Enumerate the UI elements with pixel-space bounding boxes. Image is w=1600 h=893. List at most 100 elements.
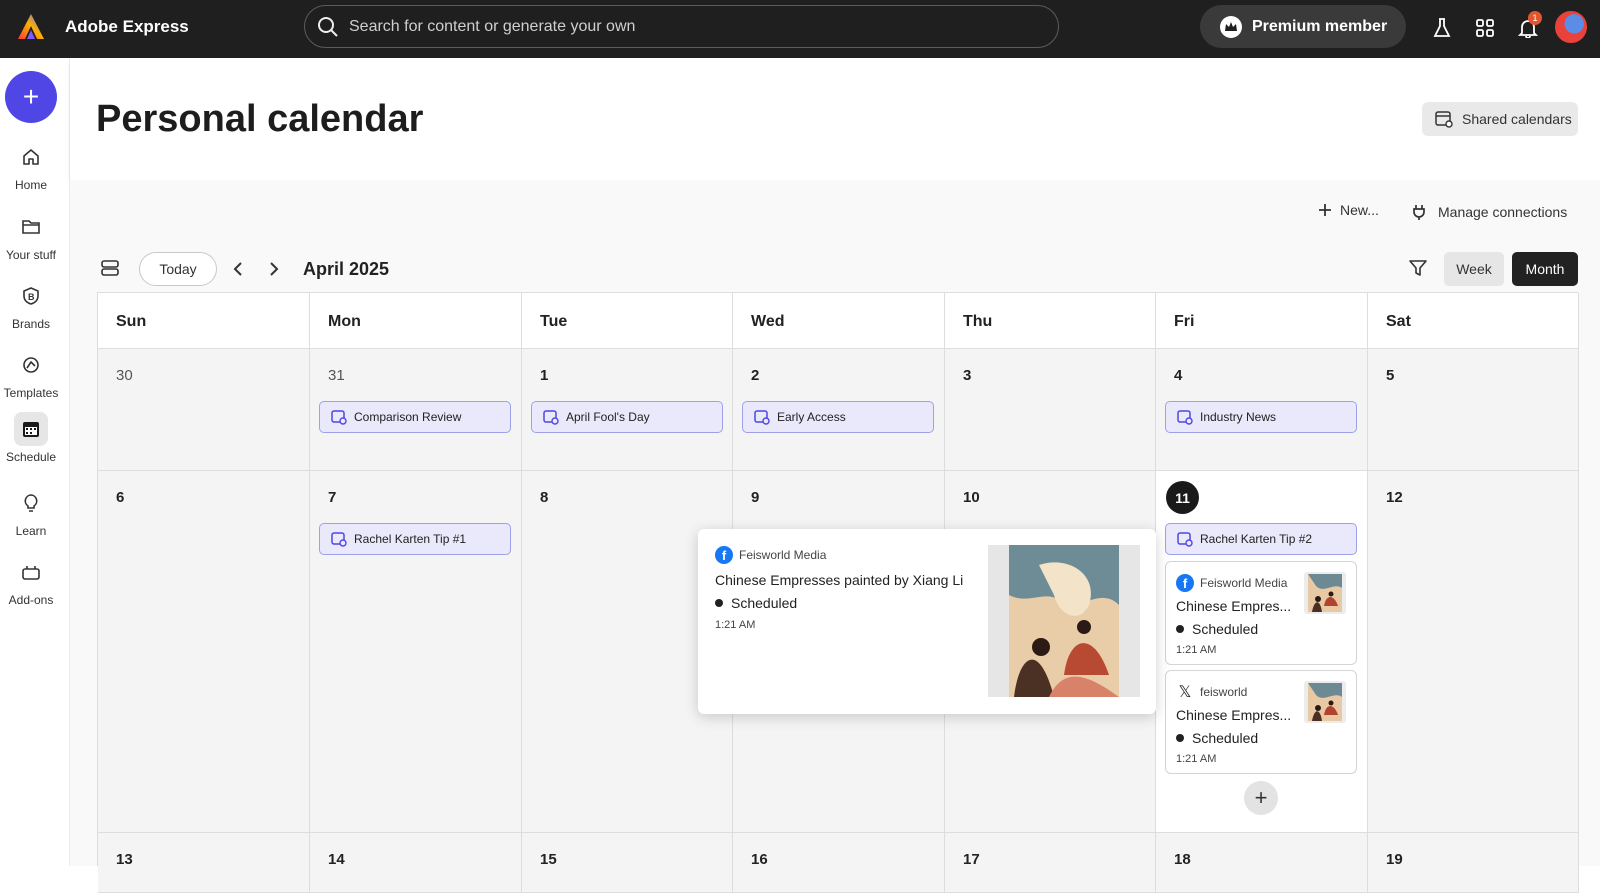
search-icon [318,16,338,37]
create-new-button[interactable]: + [5,71,57,123]
day-cell[interactable]: 5 [1368,349,1579,471]
day-cell[interactable]: 30 [98,349,310,471]
sidebar-item-label: Templates [3,386,59,400]
facebook-icon: f [1176,574,1194,592]
post-title: Chinese Empres... [1176,598,1292,614]
facebook-icon: f [715,546,733,564]
day-header: Fri [1156,293,1368,349]
manage-connections-button[interactable]: Manage connections [1410,202,1567,222]
day-number: 14 [328,851,345,868]
day-header: Tue [522,293,733,349]
chevron-left-icon[interactable] [232,261,246,282]
post-source: f Feisworld Media [1176,574,1287,592]
current-month-label: April 2025 [303,259,390,279]
day-cell[interactable]: 2 Early Access [733,349,945,471]
day-cell[interactable]: 6 [98,471,310,833]
day-cell[interactable]: 7 Rachel Karten Tip #1 [310,471,522,833]
day-number: 4 [1174,367,1183,384]
post-status: Scheduled [1176,621,1258,637]
day-cell[interactable]: 4 Industry News [1156,349,1368,471]
adobe-express-logo[interactable] [16,12,46,42]
user-avatar[interactable] [1553,9,1589,45]
popover-time: 1:21 AM [715,619,756,631]
status-dot-icon [1176,625,1184,633]
scheduled-post-card[interactable]: f Feisworld Media Chinese Empres... Sche… [1165,561,1357,665]
post-title: Chinese Empres... [1176,707,1292,723]
sidebar-item-schedule[interactable]: Schedule [0,412,62,464]
event-title: Early Access [777,410,846,424]
premium-member-button[interactable]: Premium member [1200,5,1406,48]
search-bar[interactable] [304,5,1059,48]
sidebar-item-templates[interactable]: Templates [0,348,62,400]
day-number: 15 [540,851,557,868]
sidebar-item-label: Schedule [5,450,57,464]
event-title: April Fool's Day [566,410,650,424]
day-cell[interactable]: 15 [522,833,733,893]
day-cell[interactable]: 13 [98,833,310,893]
day-cell-today[interactable]: 11 Rachel Karten Tip #2 f Feisworld Medi… [1156,471,1368,833]
popover-source: f Feisworld Media [715,546,826,564]
day-header: Wed [733,293,945,349]
day-cell[interactable]: 19 [1368,833,1579,893]
calendar-event[interactable]: Rachel Karten Tip #2 [1165,523,1357,555]
scheduled-post-card[interactable]: 𝕏 feisworld Chinese Empres... Scheduled … [1165,670,1357,774]
labs-flask-icon[interactable] [1428,14,1456,42]
day-cell[interactable]: 14 [310,833,522,893]
event-calendar-icon [1177,410,1193,425]
day-number: 13 [116,851,133,868]
day-header: Mon [310,293,522,349]
post-source-name: feisworld [1200,685,1248,699]
sidebar-item-home[interactable]: Home [0,140,62,192]
day-header: Sun [98,293,310,349]
post-preview-popover[interactable]: f Feisworld Media Chinese Empresses pain… [698,529,1156,714]
event-title: Rachel Karten Tip #2 [1200,532,1313,546]
sidebar-item-label: Brands [11,317,51,331]
add-post-button[interactable]: + [1244,781,1278,815]
today-button[interactable]: Today [139,252,217,286]
calendar-event[interactable]: Industry News [1165,401,1357,433]
calendar-event[interactable]: April Fool's Day [531,401,723,433]
sidebar-item-your-stuff[interactable]: Your stuff [0,210,62,262]
week-view-button[interactable]: Week [1444,252,1504,286]
sidebar-item-learn[interactable]: Learn [0,486,62,538]
day-number: 5 [1386,367,1395,384]
new-button[interactable]: New... [1318,202,1379,218]
page-header: Personal calendar Shared calendars [70,58,1600,180]
shared-calendars-button[interactable]: Shared calendars [1422,102,1578,136]
popover-status-text: Scheduled [731,595,798,611]
day-cell[interactable]: 3 [945,349,1156,471]
sidebar-item-label: Your stuff [5,248,57,262]
apps-grid-icon[interactable] [1471,14,1499,42]
shared-calendar-icon [1435,111,1453,128]
calendar-event[interactable]: Early Access [742,401,934,433]
day-number: 6 [116,489,125,506]
plus-icon [1319,204,1331,216]
lightbulb-icon [14,486,48,520]
sidebar-item-add-ons[interactable]: Add-ons [0,555,62,607]
filter-icon[interactable] [1408,258,1428,283]
plug-icon [1413,205,1425,220]
view-list-icon[interactable] [100,258,120,283]
day-number: 30 [116,367,133,384]
event-title: Industry News [1200,410,1277,424]
day-cell[interactable]: 17 [945,833,1156,893]
calendar-event[interactable]: Comparison Review [319,401,511,433]
page-title: Personal calendar [96,98,424,140]
day-cell[interactable]: 31 Comparison Review [310,349,522,471]
chevron-right-icon[interactable] [266,261,280,282]
day-cell[interactable]: 12 [1368,471,1579,833]
sidebar-item-brands[interactable]: B Brands [0,279,62,331]
premium-label: Premium member [1252,17,1388,35]
svg-text:B: B [28,292,35,302]
day-cell[interactable]: 16 [733,833,945,893]
post-thumbnail [1304,681,1346,723]
calendar-event[interactable]: Rachel Karten Tip #1 [319,523,511,555]
month-view-button[interactable]: Month [1512,252,1578,286]
day-header: Thu [945,293,1156,349]
day-cell[interactable]: 18 [1156,833,1368,893]
day-cell[interactable]: 1 April Fool's Day [522,349,733,471]
post-time: 1:21 AM [1176,753,1217,765]
today-day-number: 11 [1166,481,1199,514]
search-input[interactable] [349,17,999,36]
event-calendar-icon [331,532,347,547]
